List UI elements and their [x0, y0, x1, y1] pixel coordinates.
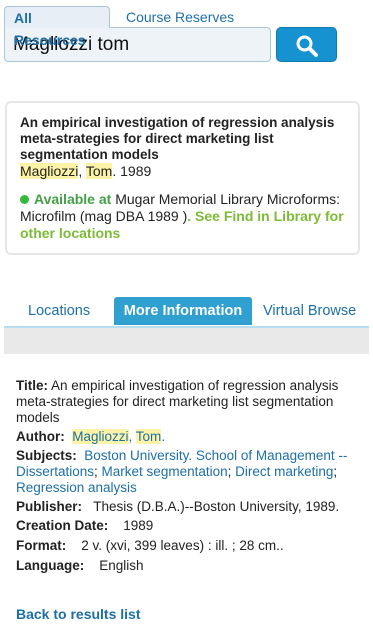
detail-language-row: Language: English — [16, 558, 356, 574]
author-first-name: Tom — [85, 163, 113, 179]
detail-creation-row: Creation Date: 1989 — [16, 518, 356, 534]
result-title[interactable]: An empirical investigation of regression… — [20, 115, 355, 163]
subject-link[interactable]: Market segmentation — [102, 464, 228, 479]
subject-link[interactable]: Direct marketing — [235, 464, 333, 479]
subject-link[interactable]: Regression analysis — [16, 480, 137, 495]
detail-title-row: Title: An empirical investigation of reg… — [16, 378, 356, 426]
detail-publisher-label: Publisher: — [16, 499, 83, 514]
detail-title-label: Title: — [16, 378, 49, 393]
tab-course-reserves[interactable]: Course Reserves — [118, 6, 243, 28]
result-card: An empirical investigation of regression… — [5, 101, 360, 255]
detail-format-label: Format: — [16, 538, 67, 553]
detail-language-label: Language: — [16, 558, 85, 573]
detail-author-last[interactable]: Magliozzi — [72, 429, 129, 444]
detail-tabs: Locations More Information Virtual Brows… — [0, 297, 373, 327]
result-author: Magliozzi, Tom. 1989 — [20, 163, 152, 179]
result-year: 1989 — [120, 163, 152, 179]
detail-format-row: Format: 2 v. (xvi, 399 leaves) : ill. ; … — [16, 538, 356, 554]
detail-author-row: Author: Magliozzi, Tom. — [16, 429, 166, 444]
detail-creation-value: 1989 — [123, 518, 154, 533]
detail-creation-label: Creation Date: — [16, 518, 109, 533]
availability-status: Available at — [34, 191, 112, 207]
detail-author-first[interactable]: Tom — [135, 429, 162, 444]
detail-title-value: An empirical investigation of regression… — [16, 378, 339, 425]
tab-all-resources[interactable]: All Resources — [4, 6, 110, 48]
author-last-name: Magliozzi — [20, 163, 79, 179]
detail-publisher-row: Publisher: Thesis (D.B.A.)--Boston Unive… — [16, 499, 356, 515]
detail-language-value: English — [99, 558, 144, 573]
search-area: All Resources Course Reserves Magliozzi … — [0, 0, 373, 70]
detail-publisher-value: Thesis (D.B.A.)--Boston University, 1989… — [93, 499, 340, 514]
availability-line: Available at Mugar Memorial Library Micr… — [20, 191, 357, 242]
tab-more-information[interactable]: More Information — [114, 297, 252, 325]
detail-subjects-label: Subjects: — [16, 448, 77, 463]
search-button[interactable] — [276, 27, 337, 62]
section-header-band — [4, 328, 369, 354]
detail-subjects-row: Subjects: Boston University. School of M… — [16, 448, 348, 495]
detail-format-value: 2 v. (xvi, 399 leaves) : ill. ; 28 cm.. — [81, 538, 284, 553]
green-dot-icon — [20, 194, 29, 204]
magnifier-icon — [296, 35, 318, 57]
detail-author-label: Author: — [16, 429, 65, 444]
tab-locations[interactable]: Locations — [28, 297, 90, 325]
tab-virtual-browse[interactable]: Virtual Browse — [263, 297, 356, 325]
back-to-results-link[interactable]: Back to results list — [16, 606, 141, 622]
